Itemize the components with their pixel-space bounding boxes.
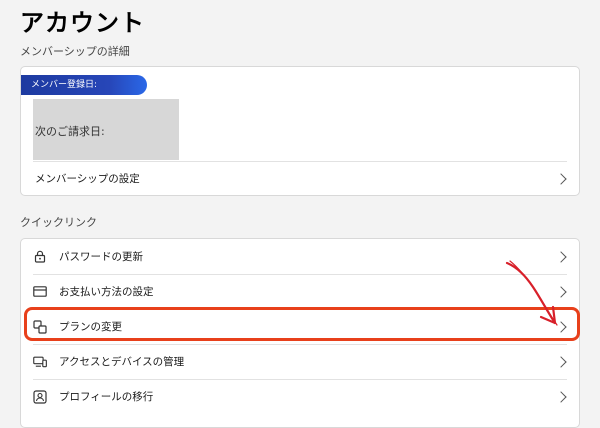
membership-section-label: メンバーシップの詳細 xyxy=(20,45,130,58)
profile-transfer-icon xyxy=(33,389,47,404)
chevron-right-icon xyxy=(555,172,567,185)
lock-icon xyxy=(33,250,47,264)
quick-link-change-plan[interactable]: プランの変更 xyxy=(21,309,579,344)
devices-icon xyxy=(33,355,47,369)
quick-links-card: パスワードの更新 お支払い方法の設定 プランの変更 アクセスとデバイスの管理 プ… xyxy=(20,238,580,428)
member-since-badge: メンバー登録日: xyxy=(21,75,147,95)
membership-settings-label: メンバーシップの設定 xyxy=(35,173,140,185)
quick-link-profile-transfer[interactable]: プロフィールの移行 xyxy=(21,379,579,414)
chevron-right-icon xyxy=(555,250,567,263)
chevron-right-icon xyxy=(555,320,567,333)
quick-link-devices[interactable]: アクセスとデバイスの管理 xyxy=(21,344,579,379)
chevron-right-icon xyxy=(555,285,567,298)
quick-link-label: プロフィールの移行 xyxy=(59,391,154,403)
chevron-right-icon xyxy=(555,355,567,368)
page-title: アカウント xyxy=(20,9,145,37)
quick-link-label: お支払い方法の設定 xyxy=(59,286,154,298)
plan-change-icon xyxy=(33,319,47,334)
next-billing-label: 次のご請求日: xyxy=(35,125,105,138)
quick-link-label: プランの変更 xyxy=(59,321,122,333)
quick-links-section-label: クイックリンク xyxy=(20,216,97,229)
quick-link-password[interactable]: パスワードの更新 xyxy=(21,239,579,274)
quick-link-payment[interactable]: お支払い方法の設定 xyxy=(21,274,579,309)
membership-settings-row[interactable]: メンバーシップの設定 xyxy=(21,161,579,196)
quick-link-label: パスワードの更新 xyxy=(59,251,143,263)
quick-link-label: アクセスとデバイスの管理 xyxy=(59,356,185,368)
membership-card: メンバー登録日: 次のご請求日: メンバーシップの設定 xyxy=(20,66,580,196)
credit-card-icon xyxy=(33,285,47,299)
chevron-right-icon xyxy=(555,390,567,403)
